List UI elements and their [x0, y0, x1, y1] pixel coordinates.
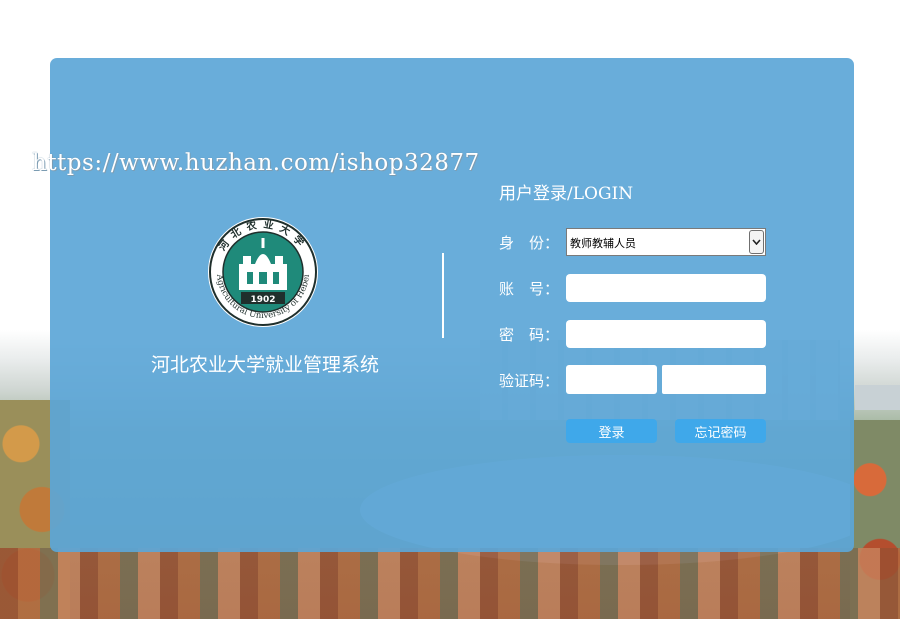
login-panel: [50, 58, 854, 552]
university-logo: 1902 河北农业大学 Agricultural University of H…: [203, 216, 323, 328]
role-label: 身 份：: [499, 234, 560, 252]
password-input[interactable]: [566, 320, 766, 348]
role-select[interactable]: 教师教辅人员: [566, 228, 766, 256]
captcha-image[interactable]: [662, 365, 766, 394]
account-label: 账 号：: [499, 280, 560, 298]
background-far-buildings: [855, 385, 900, 410]
chevron-down-icon[interactable]: [749, 230, 764, 254]
forgot-password-button[interactable]: 忘记密码: [675, 419, 766, 443]
captcha-input[interactable]: [566, 365, 657, 394]
password-label: 密 码：: [499, 326, 560, 344]
login-heading: 用户登录/LOGIN: [499, 184, 634, 204]
role-select-value: 教师教辅人员: [570, 237, 636, 250]
system-title: 河北农业大学就业管理系统: [150, 354, 379, 376]
account-input[interactable]: [566, 274, 766, 302]
background-trees-bottom: [0, 548, 900, 619]
panel-divider: [442, 253, 444, 338]
captcha-label: 验证码：: [499, 372, 560, 390]
logo-year: 1902: [250, 295, 275, 305]
login-button[interactable]: 登录: [566, 419, 657, 443]
watermark-text: https://www.huzhan.com/ishop32877: [32, 150, 480, 176]
